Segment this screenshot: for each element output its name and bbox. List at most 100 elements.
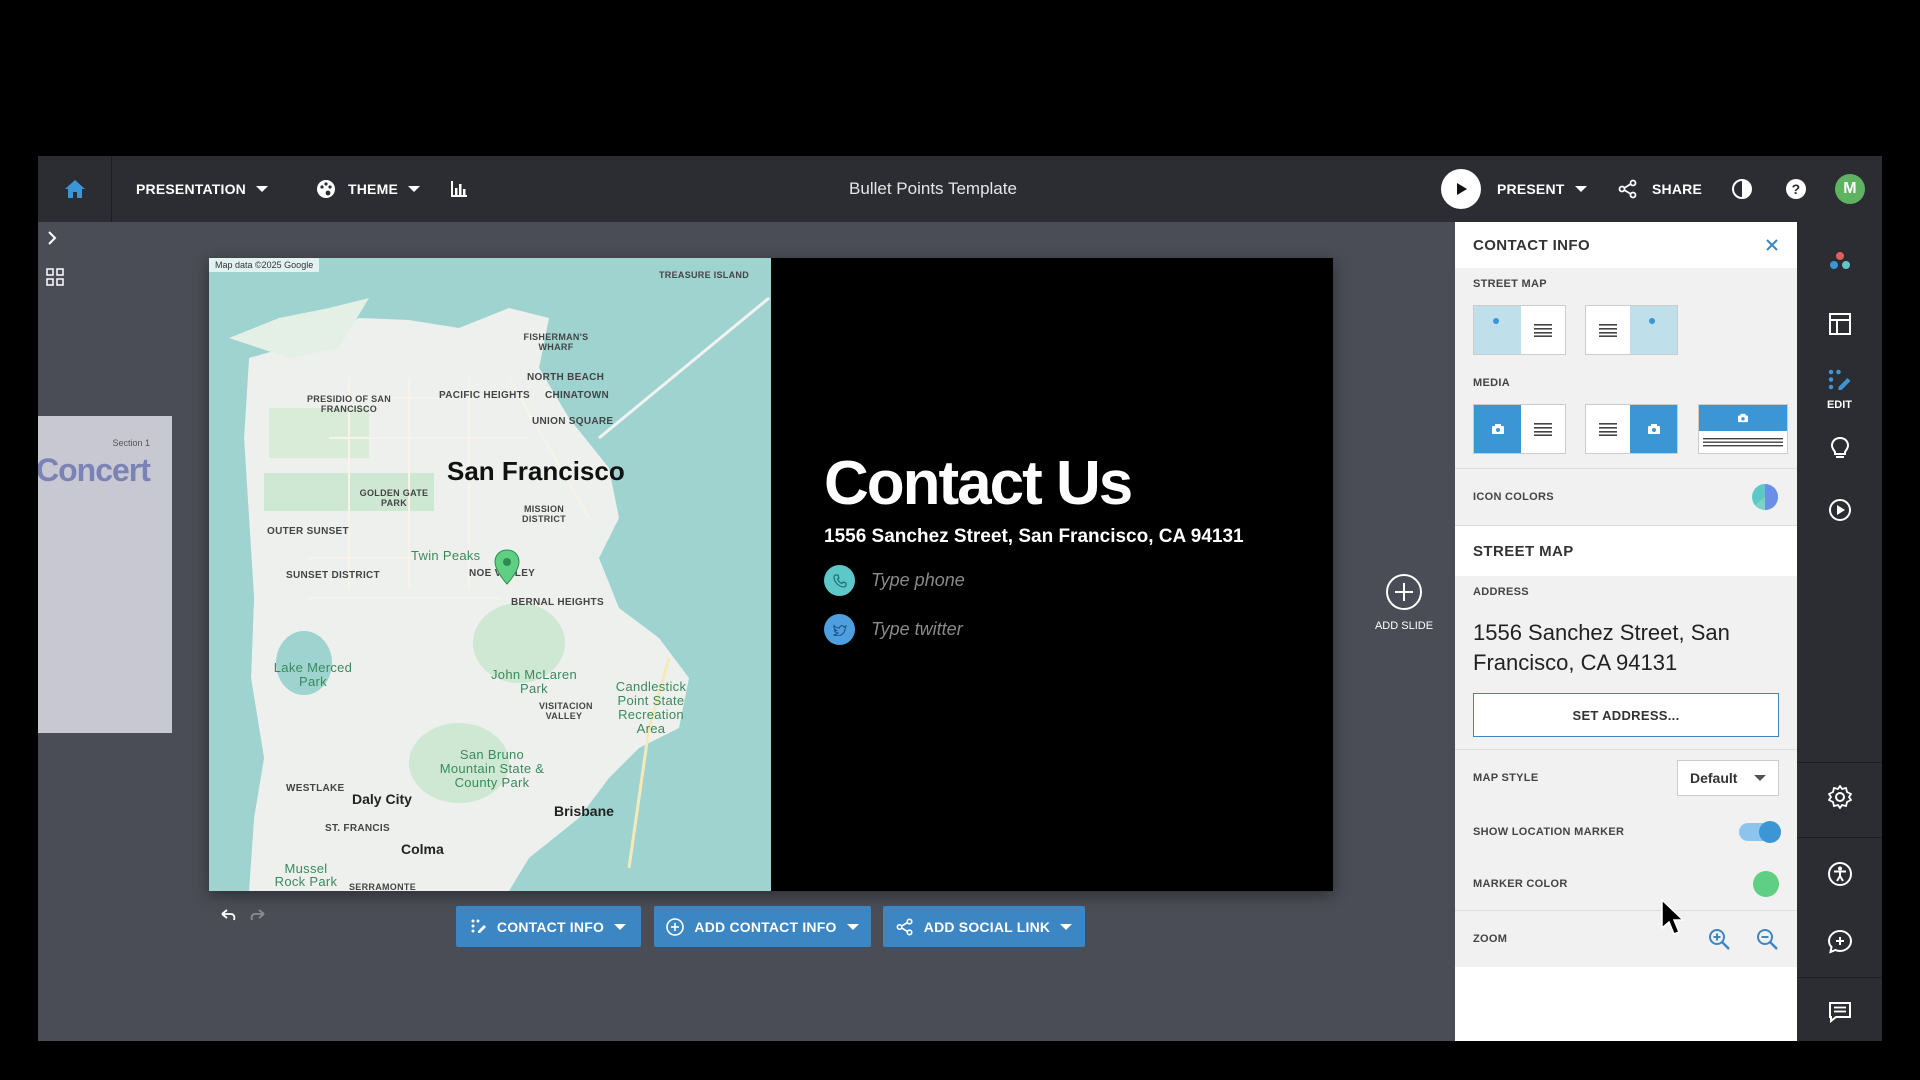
chevron-down-icon <box>256 186 268 192</box>
add-circle-icon <box>1386 574 1422 610</box>
chart-button[interactable] <box>450 156 468 222</box>
map-style-select[interactable]: Default <box>1677 760 1779 796</box>
zoom-in-icon[interactable] <box>1707 927 1731 951</box>
map-label-twin-peaks: Twin Peaks <box>411 548 481 563</box>
slide-canvas[interactable]: Map data ©2025 Google TREASURE ISLAND FI… <box>209 258 1333 891</box>
rail-notes-button[interactable] <box>1797 992 1882 1032</box>
map-label-john-mclaren: John McLaren Park <box>491 667 577 696</box>
redo-icon[interactable] <box>248 908 268 924</box>
grid-view-button[interactable] <box>46 268 64 291</box>
layout-options-section: STREET MAP MEDIA <box>1455 268 1797 468</box>
marker-color-label: MARKER COLOR <box>1473 878 1568 890</box>
map-label-mussel-rock: Mussel Rock Park <box>274 861 338 889</box>
chart-icon <box>451 181 467 197</box>
panel-title: CONTACT INFO <box>1473 236 1591 254</box>
thumbnail-title: Concert <box>38 452 151 488</box>
user-avatar-button[interactable]: M <box>1835 156 1865 222</box>
icon-colors-row[interactable]: ICON COLORS <box>1455 469 1797 525</box>
contrast-button[interactable] <box>1731 156 1753 222</box>
text-lines-icon <box>1586 306 1631 354</box>
add-slide-button[interactable]: ADD SLIDE <box>1364 573 1444 632</box>
rail-ideas-button[interactable] <box>1797 428 1882 468</box>
notes-icon <box>1828 1002 1851 1023</box>
undo-icon[interactable] <box>218 908 238 924</box>
expand-sidebar-button[interactable] <box>46 231 58 250</box>
map-credit: Map data ©2025 Google <box>209 258 320 272</box>
colors-swatch-icon[interactable] <box>1751 483 1779 511</box>
camera-icon <box>1698 405 1787 431</box>
show-marker-label: SHOW LOCATION MARKER <box>1473 826 1625 838</box>
map-label-union-square: UNION SQUARE <box>532 416 614 427</box>
chevron-down-icon <box>614 923 627 930</box>
share-button[interactable]: SHARE <box>1618 156 1702 222</box>
camera-icon <box>1630 405 1678 453</box>
address-value: 1556 Sanchez Street, San Francisco, CA 9… <box>1473 620 1730 675</box>
map-label-north-beach: NORTH BEACH <box>527 372 605 383</box>
twitter-row[interactable]: Type twitter <box>824 614 963 645</box>
contact-info-button[interactable]: CONTACT INFO <box>456 906 641 947</box>
phone-row[interactable]: Type phone <box>824 565 965 596</box>
accessibility-icon <box>1827 862 1852 886</box>
marker-color-swatch[interactable] <box>1753 871 1779 897</box>
twitter-placeholder: Type twitter <box>871 619 963 639</box>
mouse-cursor-icon <box>1661 898 1685 935</box>
slide-address[interactable]: 1556 Sanchez Street, San Francisco, CA 9… <box>824 526 1244 548</box>
address-label: ADDRESS <box>1473 586 1529 598</box>
twitter-icon <box>824 614 855 645</box>
show-marker-toggle[interactable] <box>1739 821 1781 843</box>
map-label-pacific-heights: PACIFIC HEIGHTS <box>439 390 530 401</box>
presentation-menu[interactable]: PRESENTATION <box>136 156 268 222</box>
rail-animation-button[interactable] <box>1797 490 1882 530</box>
set-address-button[interactable]: SET ADDRESS... <box>1473 693 1779 737</box>
layout-media-right[interactable] <box>1585 404 1679 454</box>
location-marker-icon[interactable] <box>494 549 520 585</box>
chevron-right-icon <box>48 231 57 245</box>
rail-settings-button[interactable] <box>1797 777 1882 817</box>
street-map-layout-label: STREET MAP <box>1473 278 1547 290</box>
map-label-treasure-island: TREASURE ISLAND <box>659 270 750 280</box>
colors-dots-icon <box>1829 252 1850 269</box>
add-circle-icon <box>666 917 685 936</box>
previous-slide-thumbnail[interactable]: Section 1 Concert <box>38 416 172 733</box>
play-icon <box>1441 169 1481 209</box>
layout-map-right[interactable] <box>1585 305 1679 355</box>
close-icon[interactable] <box>1765 238 1779 252</box>
camera-icon <box>1474 405 1521 453</box>
rail-edit-label: EDIT <box>1826 399 1853 411</box>
rail-comment-button[interactable] <box>1797 922 1882 962</box>
map-label-golden-gate-park: GOLDEN GATE PARK <box>359 488 429 508</box>
theme-menu[interactable]: THEME <box>316 156 420 222</box>
map-label-st-francis: ST. FRANCIS <box>325 823 390 834</box>
theme-label: THEME <box>348 181 398 197</box>
edit-dots-icon <box>1828 369 1850 390</box>
layout-media-top[interactable] <box>1697 404 1788 454</box>
presentation-label: PRESENTATION <box>136 181 246 197</box>
map-label-presidio: PRESIDIO OF SAN FRANCISCO <box>306 394 391 414</box>
phone-placeholder: Type phone <box>871 570 965 590</box>
rail-colors-button[interactable] <box>1797 242 1882 282</box>
layout-map-left[interactable] <box>1473 305 1566 355</box>
street-map[interactable]: Map data ©2025 Google TREASURE ISLAND FI… <box>209 258 771 891</box>
lightbulb-icon <box>1830 436 1849 458</box>
slide-title[interactable]: Contact Us <box>824 448 1133 519</box>
contact-info-label: CONTACT INFO <box>496 918 605 935</box>
rail-edit-button[interactable]: EDIT <box>1797 362 1882 418</box>
map-label-bernal-heights: BERNAL HEIGHTS <box>511 597 604 608</box>
map-label-brisbane: Brisbane <box>554 803 614 819</box>
home-button[interactable] <box>38 156 112 222</box>
toggle-knob <box>1759 821 1781 843</box>
add-contact-info-button[interactable]: ADD CONTACT INFO <box>654 906 871 947</box>
share-label: SHARE <box>1652 181 1703 197</box>
zoom-out-icon[interactable] <box>1755 927 1779 951</box>
help-button[interactable]: ? <box>1785 156 1807 222</box>
rail-accessibility-button[interactable] <box>1797 854 1882 894</box>
add-social-link-label: ADD SOCIAL LINK <box>923 918 1051 935</box>
text-lines-icon <box>1698 431 1787 453</box>
rail-layout-button[interactable] <box>1797 304 1882 344</box>
edit-dots-icon <box>471 919 486 933</box>
map-label-colma: Colma <box>401 841 444 857</box>
phone-icon <box>824 565 855 596</box>
layout-media-left[interactable] <box>1473 404 1566 454</box>
present-button[interactable]: PRESENT <box>1441 156 1587 222</box>
add-social-link-button[interactable]: ADD SOCIAL LINK <box>883 906 1085 947</box>
